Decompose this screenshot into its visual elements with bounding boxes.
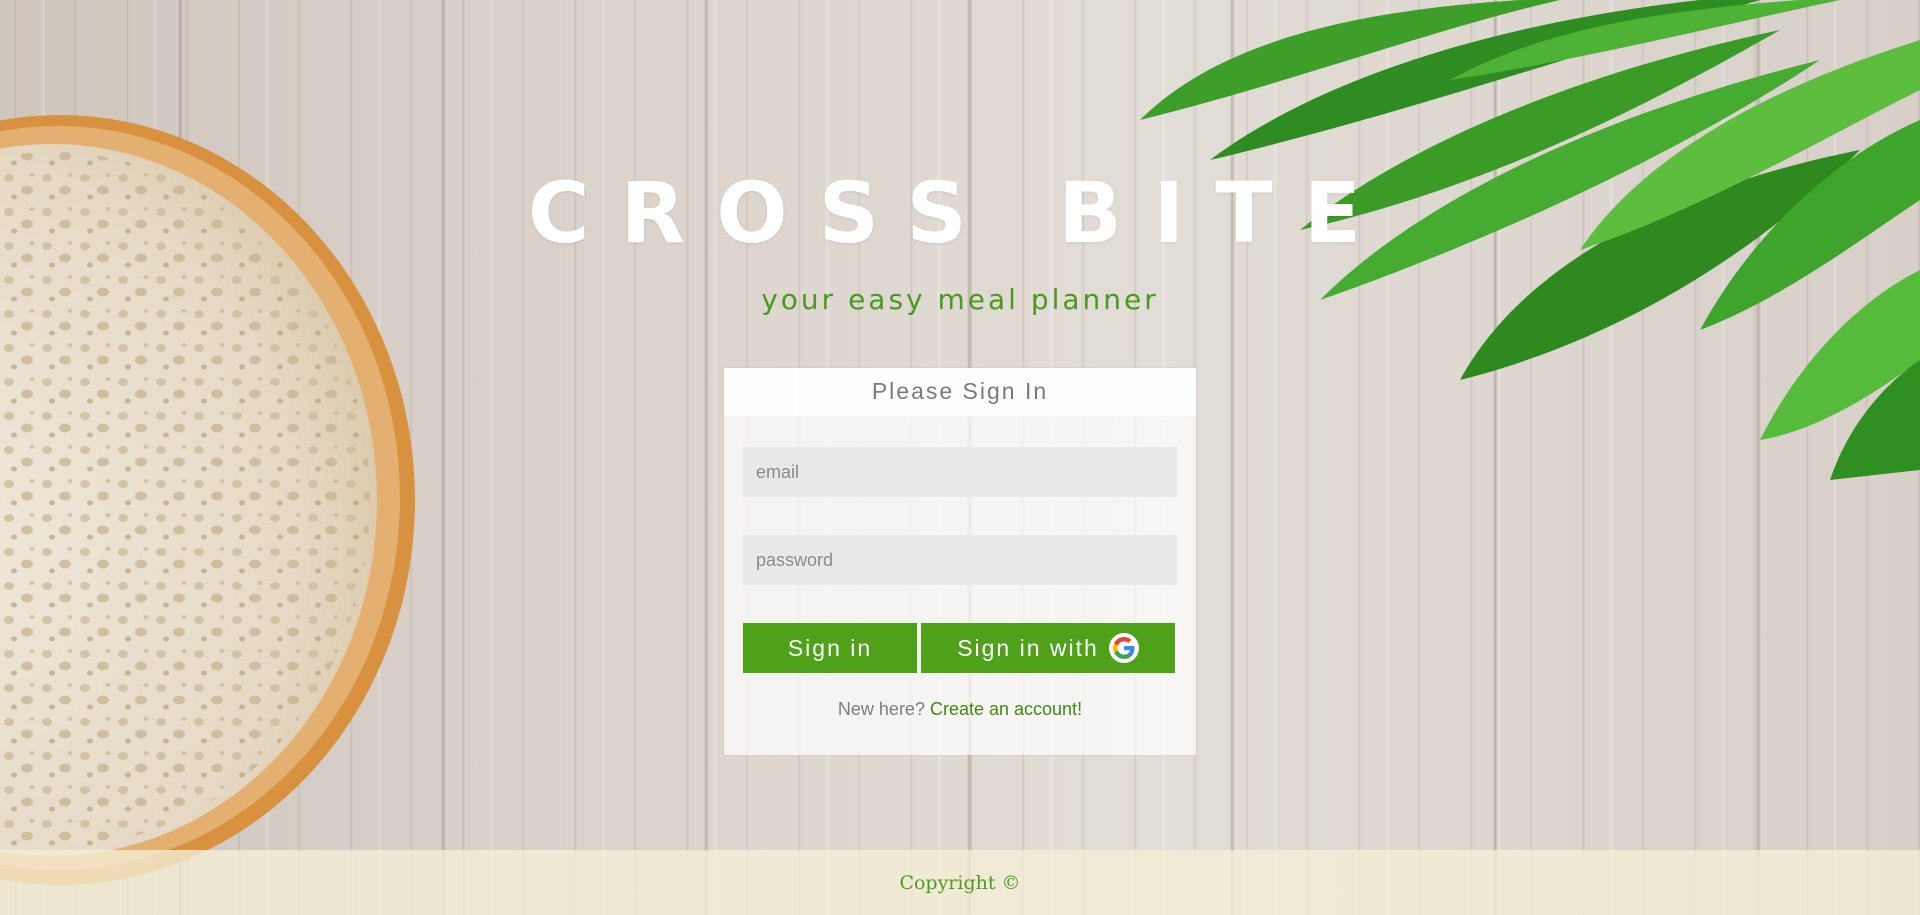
signin-button[interactable]: Sign in: [743, 623, 917, 673]
brand-subtitle: your easy meal planner: [761, 283, 1159, 316]
create-account-link[interactable]: Create an account!: [930, 699, 1082, 719]
email-field[interactable]: [743, 447, 1177, 497]
signin-button-label: Sign in: [787, 634, 873, 661]
brand-title: CROSS BITE: [527, 164, 1393, 262]
copyright-text: Copyright ©: [899, 872, 1021, 894]
bread-image: [0, 115, 415, 885]
signin-panel: Please Sign In Sign in Sign in with New …: [724, 368, 1196, 755]
footer: Copyright ©: [0, 850, 1920, 915]
new-here-text: New here?: [837, 699, 925, 719]
google-signin-button[interactable]: Sign in with: [921, 623, 1175, 673]
password-field[interactable]: [743, 535, 1177, 585]
panel-heading: Please Sign In: [724, 368, 1196, 417]
google-signin-label: Sign in with: [957, 634, 1099, 661]
signup-prompt: New here? Create an account!: [724, 699, 1196, 720]
google-icon: [1108, 633, 1139, 663]
